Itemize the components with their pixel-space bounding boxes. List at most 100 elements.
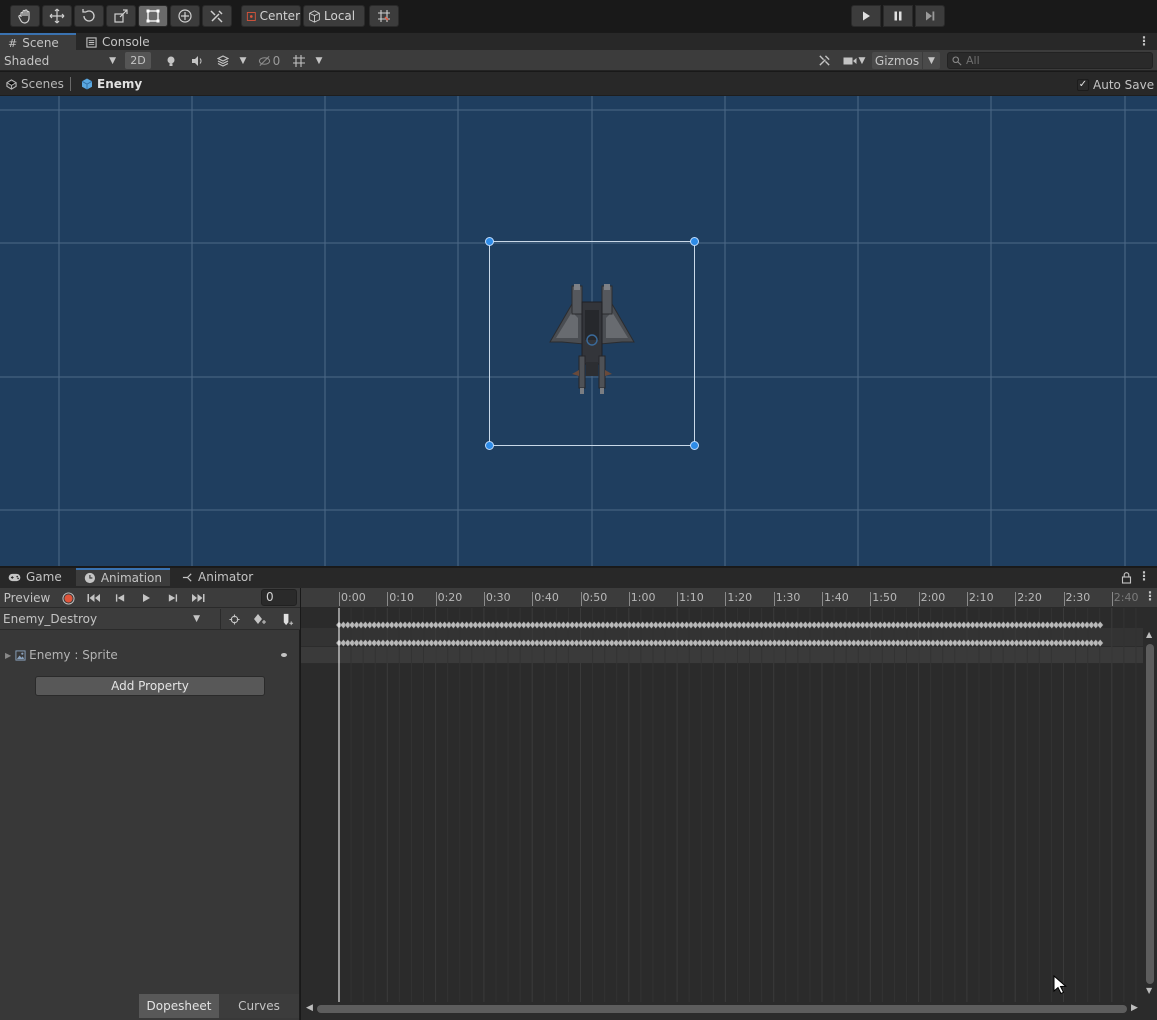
clock-icon — [84, 572, 96, 584]
lighting-toggle[interactable] — [160, 52, 182, 69]
rect-tool-button[interactable] — [138, 5, 168, 27]
ruler-tick — [870, 592, 872, 606]
resize-handle-bottom-left[interactable] — [485, 441, 494, 450]
ruler-tick — [628, 592, 630, 606]
scale-tool-button[interactable] — [106, 5, 136, 27]
add-event-button[interactable] — [276, 609, 298, 629]
effects-toggle[interactable] — [212, 52, 234, 69]
ruler-label: 1:10 — [679, 591, 704, 604]
preview-label: Preview — [3, 591, 51, 605]
curves-button[interactable]: Curves — [219, 994, 299, 1018]
add-keyframe-button[interactable] — [249, 609, 271, 629]
ruler-label: 2:40 — [1113, 591, 1139, 604]
hand-tool-button[interactable] — [10, 5, 40, 27]
hand-icon — [18, 9, 30, 24]
go-to-start-button[interactable] — [83, 588, 105, 608]
ruler-label: 1:40 — [824, 591, 849, 604]
grid-icon — [293, 54, 305, 67]
scroll-up-arrow-icon[interactable]: ▲ — [1146, 630, 1152, 639]
tab-scene[interactable]: # Scene — [0, 33, 76, 51]
resize-handle-bottom-right[interactable] — [690, 441, 699, 450]
previous-frame-button[interactable] — [109, 588, 131, 608]
add-property-button[interactable]: Add Property — [35, 676, 265, 696]
vertical-scrollbar[interactable]: ▲ ▼ — [1143, 628, 1157, 998]
grid-snap-button[interactable] — [369, 5, 399, 27]
tab-animator[interactable]: Animator — [174, 568, 261, 586]
scroll-right-arrow-icon[interactable]: ▶ — [1131, 1003, 1138, 1013]
lock-icon[interactable] — [1121, 571, 1132, 584]
panel-menu-icon[interactable]: ⋮ — [1138, 35, 1150, 49]
clip-row: Enemy_Destroy ▼ — [0, 608, 300, 630]
animation-controls: Preview 0 — [0, 588, 300, 608]
curves-label: Curves — [238, 999, 280, 1013]
move-tool-button[interactable] — [42, 5, 72, 27]
scroll-left-arrow-icon[interactable]: ◀ — [306, 1003, 313, 1013]
step-button[interactable] — [915, 5, 945, 27]
tab-game[interactable]: Game — [0, 568, 70, 586]
filter-selected-button[interactable] — [224, 609, 244, 629]
toggle-2d-button[interactable]: 2D — [125, 52, 151, 69]
scene-search-input[interactable]: All — [947, 52, 1153, 69]
keyframe-track[interactable] — [301, 608, 1143, 1003]
grid-visibility-toggle[interactable] — [288, 52, 310, 69]
ruler-tick — [339, 592, 340, 606]
tab-animation[interactable]: Animation — [76, 568, 170, 586]
expand-arrow-icon[interactable]: ▶ — [5, 651, 11, 660]
tools-icon — [210, 10, 223, 23]
clip-dropdown[interactable]: Enemy_Destroy ▼ — [0, 609, 206, 629]
tab-console[interactable]: Console — [78, 33, 158, 51]
ruler-label: 1:30 — [775, 591, 801, 604]
go-to-end-button[interactable] — [187, 588, 209, 608]
breadcrumb-scenes[interactable]: Scenes — [6, 76, 64, 92]
pivot-mode-button[interactable]: Center — [241, 5, 301, 27]
preview-button[interactable]: Preview — [0, 588, 54, 608]
pivot-space-button[interactable]: Local — [303, 5, 365, 27]
auto-save-toggle[interactable]: ✓ Auto Save — [1077, 77, 1154, 93]
animation-play-button[interactable] — [135, 588, 157, 608]
grid-dropdown-icon[interactable]: ▼ — [312, 52, 326, 69]
play-icon — [143, 594, 150, 602]
effects-dropdown-icon[interactable]: ▼ — [236, 52, 250, 69]
step-icon — [926, 11, 935, 21]
resize-handle-top-right[interactable] — [690, 237, 699, 246]
divider — [220, 609, 221, 629]
horizontal-scrollbar[interactable]: ◀ ▶ — [301, 1002, 1143, 1016]
toggle-2d-label: 2D — [130, 54, 146, 67]
draw-mode-dropdown[interactable]: Shaded ▼ — [2, 52, 120, 69]
resize-handle-top-left[interactable] — [485, 237, 494, 246]
property-row[interactable]: ▶ Enemy : Sprite — [0, 645, 300, 665]
tab-scene-label: Scene — [22, 36, 59, 50]
record-button[interactable] — [57, 588, 79, 608]
panel-menu-icon[interactable]: ⋮ — [1138, 570, 1150, 584]
custom-tool-button[interactable] — [202, 5, 232, 27]
camera-settings-button[interactable]: ▼ — [839, 52, 869, 69]
lower-tab-strip: Game Animation Animator ⋮ — [0, 567, 1157, 588]
audio-toggle[interactable] — [186, 52, 208, 69]
enemy-ship-sprite[interactable] — [542, 282, 642, 402]
timeline-menu-icon[interactable]: ⋮ — [1144, 590, 1156, 604]
dopesheet-button[interactable]: Dopesheet — [139, 994, 219, 1018]
breadcrumb-prefab[interactable]: Enemy — [81, 76, 142, 92]
scene-viewport[interactable] — [0, 96, 1157, 566]
scene-tools-button[interactable] — [814, 52, 834, 69]
ruler-tick — [773, 592, 775, 606]
hidden-objects-count: 0 — [272, 53, 281, 68]
auto-save-checkbox[interactable]: ✓ — [1077, 79, 1089, 91]
time-ruler[interactable]: 0:00 0:10 0:20 0:30 0:40 0:50 1:00 1:10 1:20 1:30… — [301, 588, 1157, 608]
horizontal-scroll-thumb[interactable] — [317, 1005, 1127, 1013]
keyframe-dot-icon[interactable] — [281, 653, 287, 657]
gizmos-button[interactable]: Gizmos — [872, 52, 922, 69]
scroll-down-arrow-icon[interactable]: ▼ — [1146, 986, 1152, 995]
animation-timeline[interactable]: 0:00 0:10 0:20 0:30 0:40 0:50 1:00 1:10 1:20 1:30… — [301, 588, 1157, 1020]
rotate-tool-button[interactable] — [74, 5, 104, 27]
property-name: Enemy : Sprite — [29, 648, 118, 662]
gizmos-dropdown-icon[interactable]: ▼ — [923, 52, 940, 69]
hidden-objects-toggle[interactable]: 0 — [254, 52, 284, 69]
play-button[interactable] — [851, 5, 881, 27]
next-frame-button[interactable] — [161, 588, 183, 608]
scale-icon — [114, 9, 128, 23]
vertical-scroll-thumb[interactable] — [1146, 644, 1154, 984]
pause-button[interactable] — [883, 5, 913, 27]
transform-tool-button[interactable] — [170, 5, 200, 27]
frame-field[interactable]: 0 — [261, 589, 297, 606]
